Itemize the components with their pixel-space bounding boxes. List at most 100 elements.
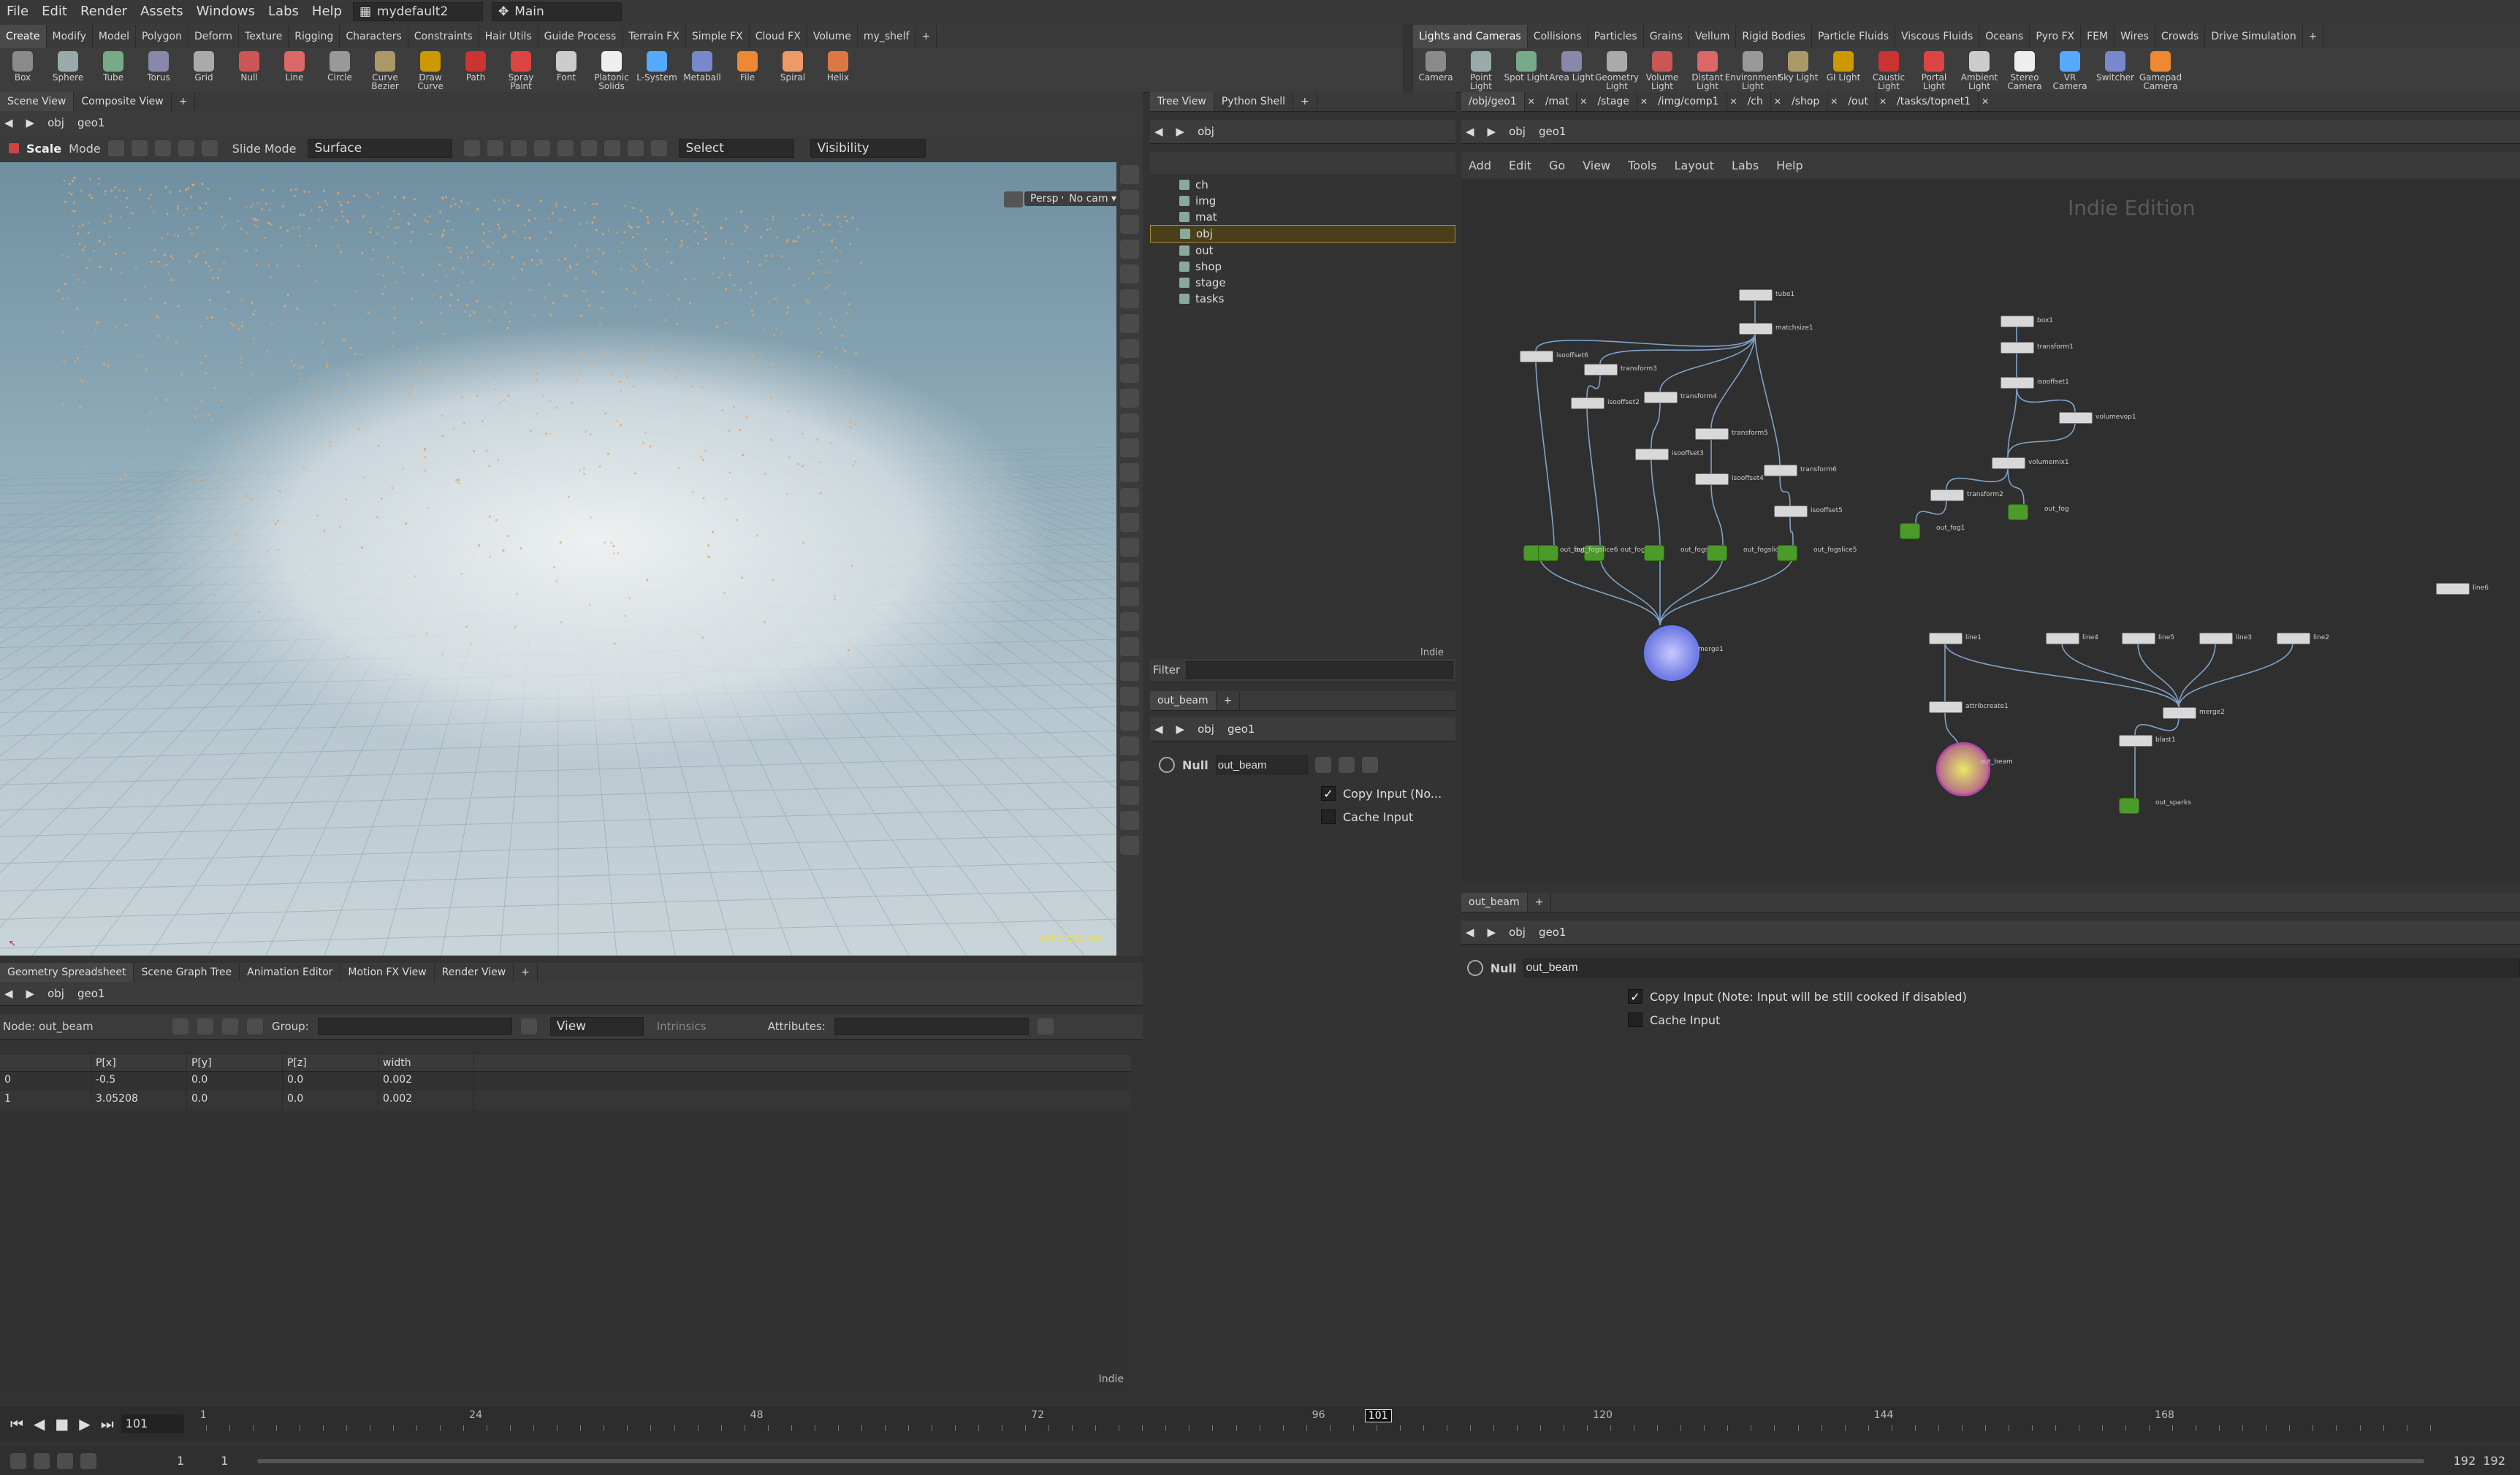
detail-icon[interactable] bbox=[247, 1018, 263, 1034]
network-menu-layout[interactable]: Layout bbox=[1667, 159, 1721, 172]
node-line1[interactable] bbox=[1929, 633, 1963, 644]
forward-icon[interactable]: ▶ bbox=[1483, 125, 1501, 138]
node-line6[interactable] bbox=[2436, 583, 2470, 595]
display-option-icon[interactable] bbox=[1120, 563, 1139, 582]
node-out_fogslice5[interactable] bbox=[1777, 545, 1797, 561]
close-icon[interactable]: ✕ bbox=[1580, 96, 1587, 107]
lock-camera-icon[interactable] bbox=[1004, 191, 1023, 207]
shelf-tab-modify[interactable]: Modify bbox=[47, 25, 93, 48]
tool-file[interactable]: File bbox=[725, 48, 770, 92]
tool-tube[interactable]: Tube bbox=[91, 48, 136, 92]
network-tab[interactable]: /ch bbox=[1740, 92, 1771, 111]
copy-input-checkbox[interactable]: ✓ bbox=[1321, 786, 1336, 801]
range-slider[interactable] bbox=[257, 1458, 2424, 1463]
shelf-tab-rigging[interactable]: Rigging bbox=[289, 25, 340, 48]
column-header-width[interactable]: width bbox=[378, 1055, 474, 1071]
display-option-icon[interactable] bbox=[1120, 761, 1139, 780]
shelf-tab-model[interactable]: Model bbox=[93, 25, 136, 48]
display-option-icon[interactable] bbox=[1120, 712, 1139, 731]
play-reverse-icon[interactable]: ◀ bbox=[34, 1415, 45, 1433]
path-geo1[interactable]: geo1 bbox=[1534, 125, 1570, 138]
network-editor[interactable]: Indie Edition tube1 matchsize1 isooffset6 t… bbox=[1461, 180, 2520, 881]
view-dropdown[interactable]: View bbox=[549, 1017, 644, 1036]
forward-icon[interactable]: ▶ bbox=[1483, 926, 1501, 939]
display-option-icon[interactable] bbox=[1120, 836, 1139, 855]
tool-gi-light[interactable]: GI Light bbox=[1821, 48, 1866, 92]
display-option-icon[interactable] bbox=[1120, 463, 1139, 482]
node-matchsize1[interactable] bbox=[1739, 323, 1773, 335]
mode-button-2[interactable] bbox=[131, 140, 148, 156]
display-option-icon[interactable] bbox=[1120, 488, 1139, 507]
stop-icon[interactable]: ■ bbox=[55, 1415, 69, 1433]
node-tube1[interactable] bbox=[1739, 289, 1773, 301]
node-line5[interactable] bbox=[2122, 633, 2155, 644]
mode-button-3[interactable] bbox=[154, 140, 171, 156]
close-icon[interactable]: ✕ bbox=[1879, 96, 1887, 107]
timeline-ruler[interactable]: 1 24 48 72 96 120 144 168 101 bbox=[200, 1409, 2471, 1438]
help-icon[interactable] bbox=[1338, 757, 1355, 773]
display-option-icon[interactable] bbox=[1120, 215, 1139, 234]
close-icon[interactable]: ✕ bbox=[1640, 96, 1648, 107]
shelf-tab-oceans[interactable]: Oceans bbox=[1979, 25, 2030, 48]
add-tab-icon[interactable]: + bbox=[1217, 691, 1241, 710]
network-tab[interactable]: /img/comp1 bbox=[1651, 92, 1727, 111]
tool-gamepad-camera[interactable]: Gamepad Camera bbox=[2138, 48, 2183, 92]
add-shelf-icon[interactable]: + bbox=[916, 25, 937, 48]
tool-environment-light[interactable]: Environment Light bbox=[1725, 48, 1781, 92]
node-isooffset3[interactable] bbox=[1635, 449, 1669, 460]
gear-icon[interactable] bbox=[1314, 757, 1331, 773]
tool-torus[interactable]: Torus bbox=[136, 48, 181, 92]
menu-render[interactable]: Render bbox=[74, 0, 134, 23]
display-option-icon[interactable] bbox=[1120, 637, 1139, 656]
lasso-select-icon[interactable] bbox=[487, 140, 504, 156]
tool-caustic-light[interactable]: Caustic Light bbox=[1866, 48, 1911, 92]
cache-input-checkbox[interactable] bbox=[1628, 1013, 1642, 1027]
column-header-px[interactable]: P[x] bbox=[91, 1055, 187, 1071]
vertices-icon[interactable] bbox=[197, 1018, 213, 1034]
display-option-icon[interactable] bbox=[1120, 438, 1139, 457]
tool-spray-paint[interactable]: Spray Paint bbox=[498, 48, 544, 92]
display-option-icon[interactable] bbox=[1120, 389, 1139, 408]
display-option-icon[interactable] bbox=[1120, 811, 1139, 830]
shelf-tab-pyro-fx[interactable]: Pyro FX bbox=[2030, 25, 2082, 48]
path-obj[interactable]: obj bbox=[1193, 125, 1219, 138]
mode-button-1[interactable] bbox=[107, 140, 124, 156]
tree-item-shop[interactable]: shop bbox=[1150, 259, 1455, 275]
add-shelf-icon[interactable]: + bbox=[2303, 25, 2324, 48]
forward-icon[interactable]: ▶ bbox=[22, 116, 39, 129]
shelf-tab-create[interactable]: Create bbox=[0, 25, 47, 48]
add-tab-icon[interactable]: + bbox=[172, 92, 196, 111]
camera-menu[interactable]: No cam ▾ bbox=[1063, 191, 1116, 206]
shelf-tab-terrain-fx[interactable]: Terrain FX bbox=[623, 25, 686, 48]
display-option-icon[interactable] bbox=[1120, 587, 1139, 606]
tool-spot-light[interactable]: Spot Light bbox=[1504, 48, 1549, 92]
node-isooffset6[interactable] bbox=[1520, 351, 1553, 362]
menu-help[interactable]: Help bbox=[305, 0, 349, 23]
tool-ambient-light[interactable]: Ambient Light bbox=[1957, 48, 2002, 92]
tool-circle[interactable]: Circle bbox=[317, 48, 362, 92]
back-icon[interactable]: ◀ bbox=[0, 987, 18, 1000]
tool-line[interactable]: Line bbox=[272, 48, 317, 92]
audio-icon[interactable] bbox=[34, 1452, 50, 1469]
box-select-icon[interactable] bbox=[464, 140, 481, 156]
copy-input-checkbox[interactable]: ✓ bbox=[1628, 989, 1642, 1004]
shelf-tab-crowds[interactable]: Crowds bbox=[2155, 25, 2206, 48]
column-header-py[interactable]: P[y] bbox=[187, 1055, 283, 1071]
node-box1[interactable] bbox=[2001, 316, 2034, 327]
back-icon[interactable]: ◀ bbox=[1150, 723, 1168, 736]
tool-l-system[interactable]: L-System bbox=[634, 48, 680, 92]
shelf-tab-guide-process[interactable]: Guide Process bbox=[538, 25, 623, 48]
shelf-tab-polygon[interactable]: Polygon bbox=[136, 25, 189, 48]
node-out_fog[interactable] bbox=[2008, 504, 2028, 520]
network-tab[interactable]: /out bbox=[1840, 92, 1876, 111]
node-transform6[interactable] bbox=[1764, 465, 1797, 476]
shelf-tab-particle-fluids[interactable]: Particle Fluids bbox=[1812, 25, 1896, 48]
tool-geometry-light[interactable]: Geometry Light bbox=[1594, 48, 1640, 92]
network-tab[interactable]: /tasks/topnet1 bbox=[1889, 92, 1979, 111]
shelf-tab-viscous-fluids[interactable]: Viscous Fluids bbox=[1895, 25, 1980, 48]
path-obj[interactable]: obj bbox=[43, 987, 69, 1000]
network-menu-add[interactable]: Add bbox=[1461, 159, 1499, 172]
tree-item-img[interactable]: img bbox=[1150, 193, 1455, 209]
tab-motion-fx-view[interactable]: Motion FX View bbox=[340, 963, 435, 982]
node-transform2[interactable] bbox=[1930, 489, 1964, 501]
